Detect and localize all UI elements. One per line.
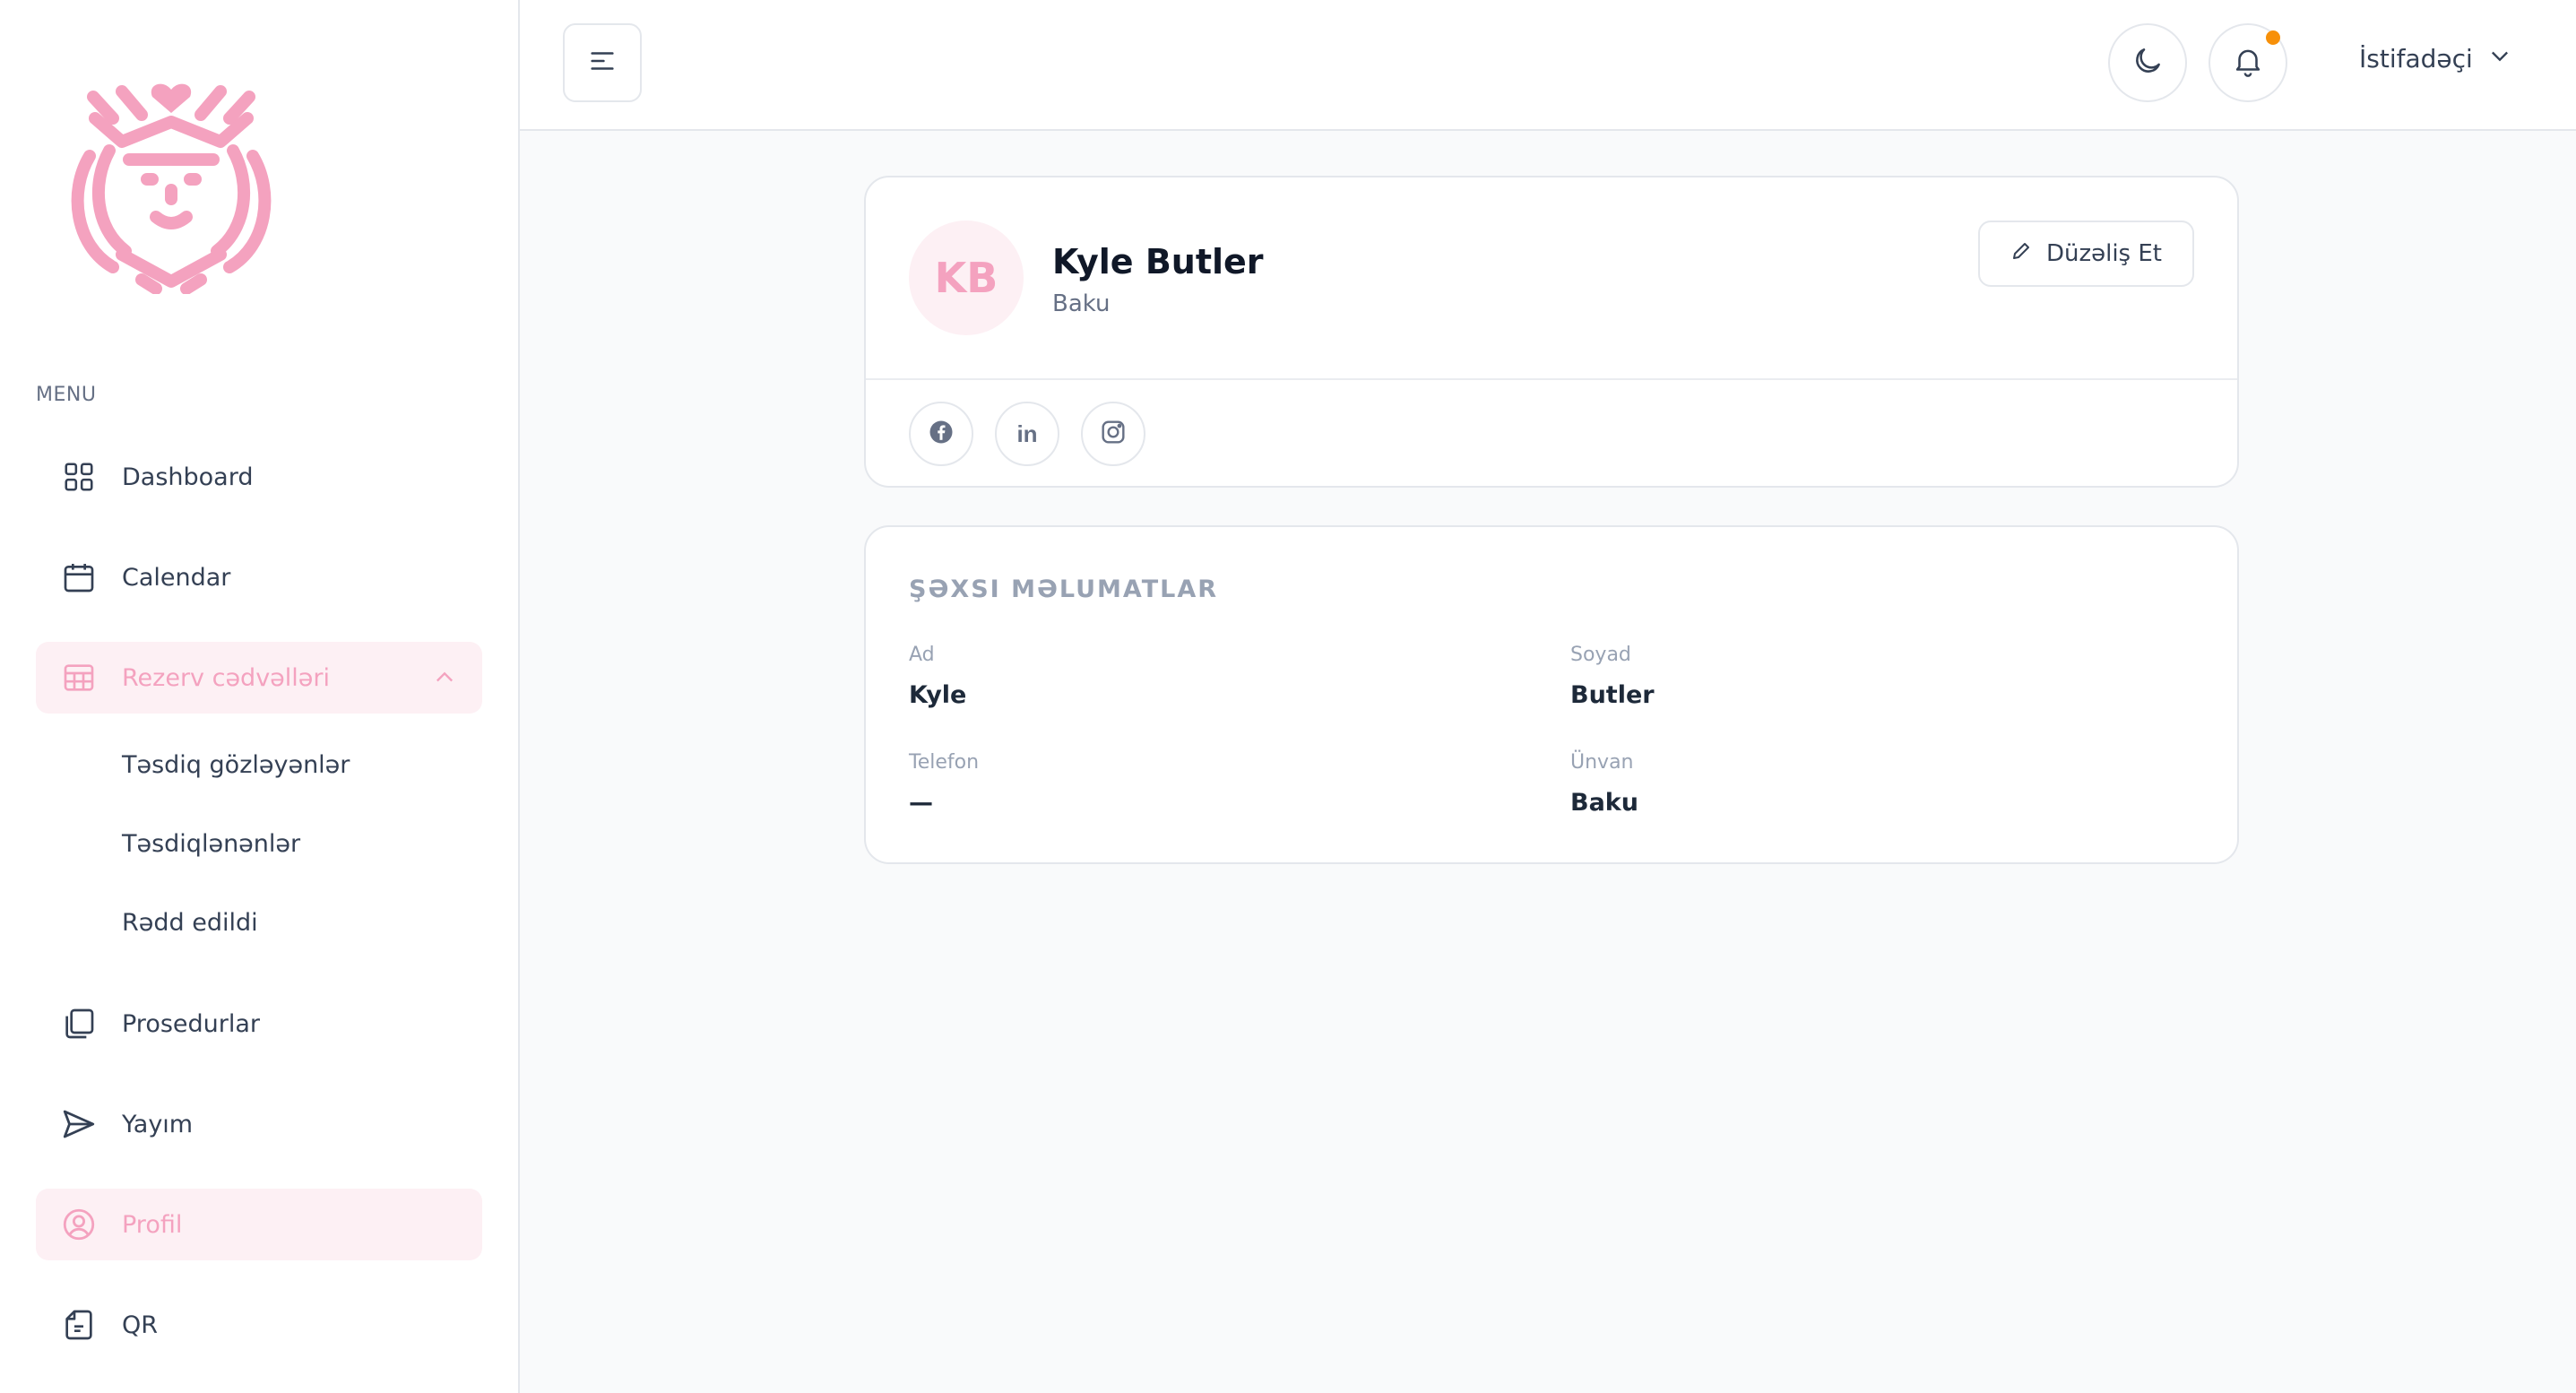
bell-icon xyxy=(2231,44,2265,82)
user-menu-label: İstifadəçi xyxy=(2359,44,2473,74)
chevron-up-icon[interactable] xyxy=(432,665,457,690)
linkedin-icon: in xyxy=(1016,420,1038,447)
sidebar-subitem-pending[interactable]: Təsdiq gözləyənlər xyxy=(122,751,350,779)
phone-value: — xyxy=(909,789,933,817)
notification-badge xyxy=(2266,30,2280,45)
phone-label: Telefon xyxy=(909,751,980,774)
sidebar-item-procedures[interactable]: Prosedurlar xyxy=(36,988,482,1060)
sidebar-item-label: Calendar xyxy=(122,563,231,592)
copy-icon xyxy=(59,1004,99,1043)
profile-city: Baku xyxy=(1052,290,1111,317)
instagram-icon xyxy=(1099,418,1128,450)
sidebar-item-label: Profil xyxy=(122,1210,183,1239)
personal-info-card: ŞƏXSI MƏLUMATLAR Ad Kyle Soyad Butler Te… xyxy=(864,525,2239,864)
send-icon xyxy=(59,1104,99,1144)
sidebar: MENU Dashboard Calendar Rezerv cədvəllər… xyxy=(0,0,520,1393)
chevron-down-icon xyxy=(2487,43,2512,74)
instagram-link[interactable] xyxy=(1081,402,1145,466)
menu-icon xyxy=(587,46,618,80)
address-value: Baku xyxy=(1570,789,1638,817)
top-header: İstifadəçi xyxy=(520,0,2576,131)
address-label: Ünvan xyxy=(1570,751,1634,774)
sidebar-item-qr[interactable]: QR xyxy=(36,1289,482,1361)
moon-icon xyxy=(2131,44,2165,82)
profile-name: Kyle Butler xyxy=(1052,242,1264,281)
brand-logo[interactable] xyxy=(59,75,283,295)
notifications-button[interactable] xyxy=(2209,23,2287,102)
sidebar-subitem-rejected[interactable]: Rədd edildi xyxy=(122,909,258,937)
user-circle-icon xyxy=(59,1205,99,1244)
sidebar-item-label: QR xyxy=(122,1311,159,1339)
divider xyxy=(866,378,2237,380)
sidebar-item-broadcast[interactable]: Yayım xyxy=(36,1088,482,1160)
edit-profile-label: Düzəliş Et xyxy=(2045,240,2162,267)
theme-toggle-button[interactable] xyxy=(2108,23,2187,102)
sidebar-item-label: Yayım xyxy=(122,1110,194,1138)
last-name-value: Butler xyxy=(1570,681,1655,709)
linkedin-link[interactable]: in xyxy=(995,402,1059,466)
calendar-icon xyxy=(59,558,99,597)
user-menu-dropdown[interactable]: İstifadəçi xyxy=(2359,43,2512,74)
sidebar-item-profile[interactable]: Profil xyxy=(36,1189,482,1260)
sidebar-toggle-button[interactable] xyxy=(563,23,642,102)
sidebar-item-calendar[interactable]: Calendar xyxy=(36,541,482,613)
sidebar-item-label: Rezerv cədvəlləri xyxy=(122,663,331,692)
facebook-link[interactable] xyxy=(909,402,973,466)
sidebar-item-label: Prosedurlar xyxy=(122,1009,261,1038)
table-icon xyxy=(59,658,99,697)
grid-icon xyxy=(59,457,99,497)
first-name-value: Kyle xyxy=(909,681,967,709)
document-icon xyxy=(59,1305,99,1345)
last-name-label: Soyad xyxy=(1570,644,1631,666)
sidebar-item-reservations[interactable]: Rezerv cədvəlləri xyxy=(36,642,482,714)
section-title: ŞƏXSI MƏLUMATLAR xyxy=(909,575,1219,603)
facebook-icon xyxy=(928,419,955,449)
avatar: KB xyxy=(909,221,1024,335)
sidebar-item-label: Dashboard xyxy=(122,463,254,491)
profile-card: KB Kyle Butler Baku Düzəliş Et in xyxy=(864,176,2239,488)
first-name-label: Ad xyxy=(909,644,935,666)
menu-heading: MENU xyxy=(36,384,97,406)
edit-profile-button[interactable]: Düzəliş Et xyxy=(1977,221,2194,287)
sidebar-subitem-approved[interactable]: Təsdiqlənənlər xyxy=(122,830,300,858)
pencil-icon xyxy=(2010,240,2032,268)
sidebar-item-dashboard[interactable]: Dashboard xyxy=(36,441,482,513)
